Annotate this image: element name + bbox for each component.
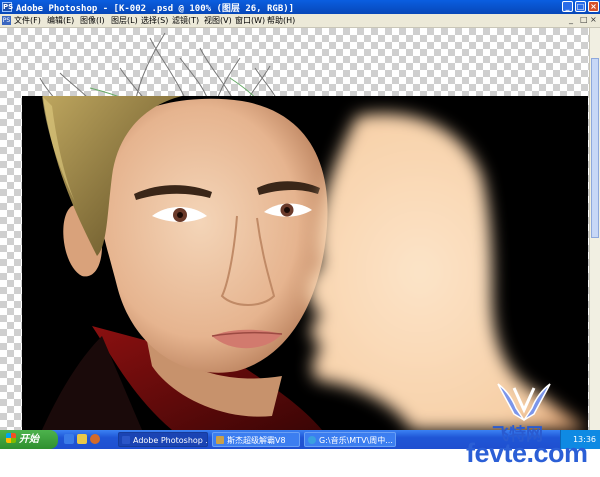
watermark-en: fevte.com [466, 438, 588, 468]
start-label: 开始 [19, 434, 39, 445]
doc-close-button[interactable]: × [590, 15, 597, 24]
task-label: G:\音乐\MTV\周中... [319, 436, 393, 445]
doc-minimize-button[interactable]: _ [569, 15, 573, 24]
start-button[interactable]: 开始 [0, 430, 58, 449]
site-watermark: 飞特网 fevte.com [460, 380, 600, 477]
maximize-button[interactable]: □ [575, 1, 586, 12]
close-button[interactable]: × [588, 1, 599, 12]
folder-task-icon [308, 436, 316, 444]
menu-file[interactable]: 文件(F) [14, 15, 41, 26]
photoshop-app-icon[interactable]: PS [2, 2, 13, 12]
title-bar[interactable]: PS Adobe Photoshop - [K-002 .psd @ 100% … [0, 0, 600, 14]
task-player[interactable]: 斯杰超级解霸V8 [212, 432, 300, 447]
task-folder[interactable]: G:\音乐\MTV\周中... [304, 432, 396, 447]
menu-bar: PS 文件(F) 编辑(E) 图像(I) 图层(L) 选择(S) 滤镜(T) 视… [0, 14, 600, 28]
window-title: Adobe Photoshop - [K-002 .psd @ 100% (图层… [16, 4, 295, 14]
windows-flag-icon [6, 433, 16, 443]
menu-view[interactable]: 视图(V) [204, 15, 232, 26]
quicklaunch-ie-icon[interactable] [64, 434, 74, 444]
task-label: Adobe Photoshop ... [133, 436, 208, 445]
document-icon[interactable]: PS [2, 16, 11, 25]
doc-maximize-button[interactable]: □ [580, 15, 588, 24]
minimize-button[interactable]: _ [562, 1, 573, 12]
menu-edit[interactable]: 编辑(E) [47, 15, 74, 26]
menu-image[interactable]: 图像(I) [80, 15, 105, 26]
menu-filter[interactable]: 滤镜(T) [172, 15, 199, 26]
task-photoshop[interactable]: Adobe Photoshop ... [118, 432, 208, 447]
menu-layer[interactable]: 图层(L) [111, 15, 138, 26]
task-label: 斯杰超级解霸V8 [227, 436, 286, 445]
player-task-icon [216, 436, 224, 444]
winged-v-logo-icon [497, 383, 551, 422]
quicklaunch-media-icon[interactable] [90, 434, 100, 444]
menu-window[interactable]: 窗口(W) [235, 15, 265, 26]
photoshop-task-icon [122, 436, 130, 444]
menu-help[interactable]: 帮助(H) [267, 15, 295, 26]
quicklaunch-folder-icon[interactable] [77, 434, 87, 444]
menu-select[interactable]: 选择(S) [141, 15, 168, 26]
